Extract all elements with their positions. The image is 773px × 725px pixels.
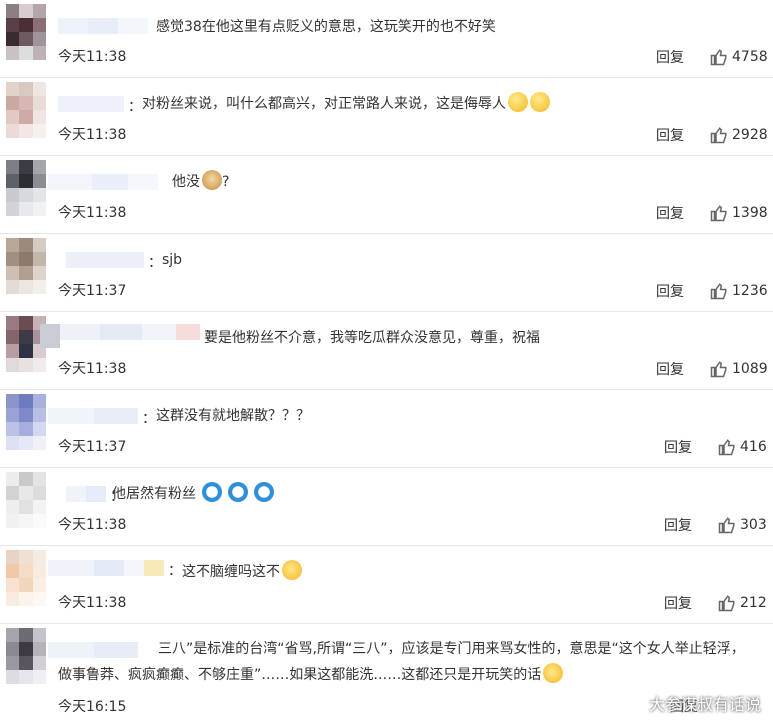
thumbs-up-icon [710,205,727,222]
like-button[interactable]: 1398 [710,204,768,222]
thumbs-up-icon [710,361,727,378]
comment-text: 他没? [172,169,229,195]
doraemon-emoji-icon [254,482,274,502]
avatar[interactable] [6,394,46,450]
comment-text: 这群没有就地解散？？？ [156,408,310,424]
comment-time: 今天11:38 [58,205,127,221]
thumbs-up-icon [718,517,735,534]
doraemon-emoji-icon [202,482,222,502]
laugh-sweat-emoji-icon [543,663,564,683]
comment-text: 这不脑缠吗这不 [182,559,302,585]
like-button[interactable]: 303 [718,516,767,534]
comment-text-continued: 做事鲁莽、疯疯癫癫、不够庄重”……如果这都能洗……这都还只是开玩笑的话 [58,662,564,688]
like-count: 1089 [732,361,768,377]
like-count: 4758 [732,49,768,65]
thumbs-up-icon [710,49,727,66]
like-button[interactable]: 416 [718,438,767,456]
comment-text: 要是他粉丝不介意，我等吃瓜群众没意见，尊重，祝福 [204,330,540,346]
doge-emoji-icon [202,170,222,190]
like-button[interactable]: 212 [718,594,767,612]
avatar[interactable] [6,82,46,138]
like-count: 1398 [732,205,768,221]
comment-time: 今天11:38 [58,517,127,533]
reply-button[interactable]: 回复 [656,203,684,223]
reply-button[interactable]: 回复 [664,593,692,613]
like-button[interactable]: 1236 [710,282,768,300]
doraemon-emoji-icon [228,482,248,502]
username-redacted[interactable]: ： [48,408,156,427]
username-redacted[interactable] [58,18,148,34]
reply-button[interactable]: 回复 [656,125,684,145]
watermark: 大参谋叔有话说 [648,695,761,714]
avatar[interactable] [6,550,46,606]
username-redacted[interactable]: ： [48,560,182,579]
comment-text: 感觉38在他这里有点贬义的意思，这玩笑开的也不好笑 [156,19,496,35]
reply-button[interactable]: 回复 [664,437,692,457]
avatar[interactable] [6,628,46,684]
avatar[interactable] [6,160,46,216]
avatar[interactable] [6,472,46,528]
like-count: 416 [740,439,767,455]
comment-item: ： 他居然有粉丝 今天11:38 回复 303 [0,468,773,546]
like-count: 303 [740,517,767,533]
smirk-emoji-icon [508,92,528,112]
username-redacted[interactable]: ： [66,252,162,271]
comment-time: 今天11:38 [58,127,127,143]
comment-time: 今天11:38 [58,49,127,65]
reply-button[interactable]: 回复 [656,47,684,67]
thumbs-up-icon [718,595,735,612]
like-button[interactable]: 1089 [710,360,768,378]
comment-item: ： 对粉丝来说，叫什么都高兴，对正常路人来说，这是侮辱人 今天11:38 回复 … [0,78,773,156]
comment-item: ： 要是他粉丝不介意，我等吃瓜群众没意见，尊重，祝福 今天11:38 回复 10… [0,312,773,390]
comment-time: 今天16:15 [58,699,127,715]
comment-item: 他没? 今天11:38 回复 1398 [0,156,773,234]
comment-time: 今天11:37 [58,283,127,299]
thumbs-up-icon [710,127,727,144]
comment-text: sjb [162,252,183,268]
username-redacted[interactable]: ： [40,324,218,348]
comment-item: 感觉38在他这里有点贬义的意思，这玩笑开的也不好笑 今天11:38 回复 475… [0,0,773,78]
thumbs-up-icon [710,283,727,300]
like-button[interactable]: 2928 [710,126,768,144]
thumbs-up-icon [718,439,735,456]
comment-text: 三八”是标准的台湾“省骂,所谓“三八”，应该是专门用来骂女性的，意思是“这个女人… [158,641,745,657]
like-button[interactable]: 4758 [710,48,768,66]
comment-item: 三八”是标准的台湾“省骂,所谓“三八”，应该是专门用来骂女性的，意思是“这个女人… [0,624,773,725]
comment-time: 今天11:38 [58,361,127,377]
avatar[interactable] [6,4,46,60]
username-redacted[interactable] [48,174,158,190]
username-redacted[interactable] [48,642,138,658]
avatar[interactable] [6,238,46,294]
comment-text: 他居然有粉丝 [112,481,274,507]
like-count: 1236 [732,283,768,299]
reply-button[interactable]: 回复 [664,515,692,535]
sweat-emoji-icon [282,560,302,580]
comment-item: ： 这群没有就地解散？？？ 今天11:37 回复 416 [0,390,773,468]
comment-time: 今天11:38 [58,595,127,611]
comment-text: 对粉丝来说，叫什么都高兴，对正常路人来说，这是侮辱人 [142,91,550,117]
comment-time: 今天11:37 [58,439,127,455]
reply-button[interactable]: 回复 [656,359,684,379]
comment-item: ： sjb 今天11:37 回复 1236 [0,234,773,312]
smirk-emoji-icon [530,92,550,112]
reply-button[interactable]: 回复 [656,281,684,301]
like-count: 212 [740,595,767,611]
comment-item: ： 这不脑缠吗这不 今天11:38 回复 212 [0,546,773,624]
like-count: 2928 [732,127,768,143]
username-redacted[interactable]: ： [58,96,142,115]
